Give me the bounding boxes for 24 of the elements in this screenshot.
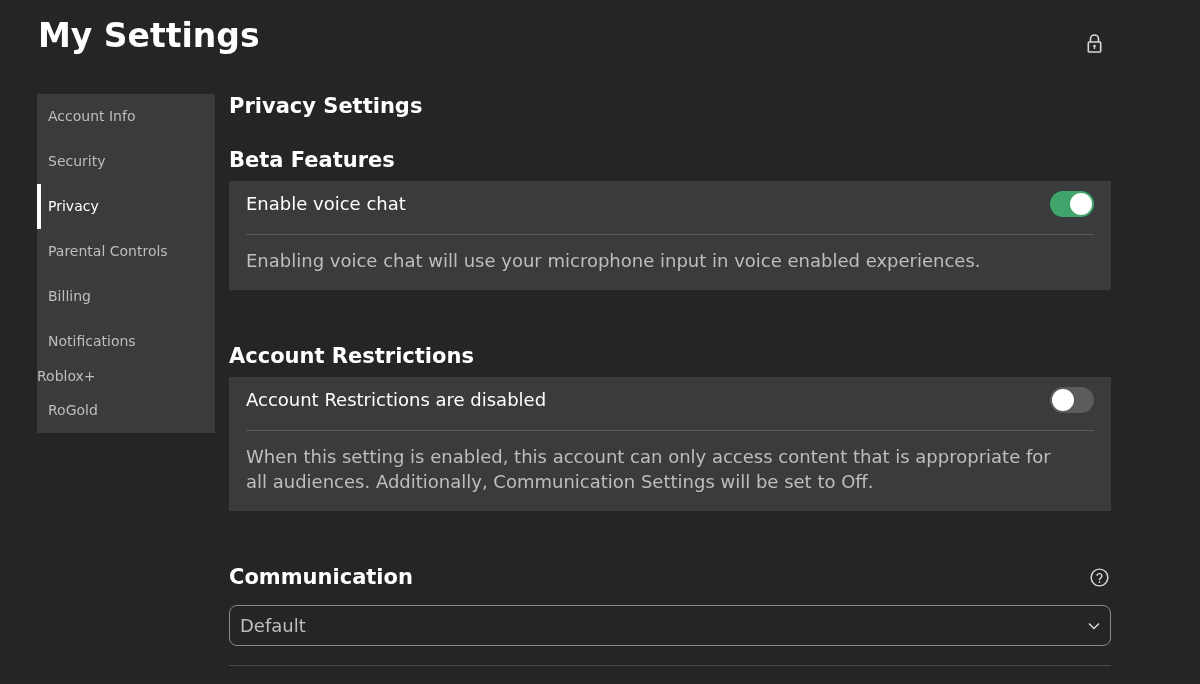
select-value: Default: [240, 614, 306, 638]
sidebar-item[interactable]: Account Info: [37, 94, 215, 139]
section-heading: Communication: [229, 565, 413, 589]
help-icon[interactable]: [1090, 567, 1109, 587]
chevron-down-icon: [1088, 621, 1100, 630]
page-heading: Privacy Settings: [229, 94, 424, 118]
setting-description: Enabling voice chat will use your microphone input in voice enabled experiences.: [246, 249, 982, 273]
sidebar-item[interactable]: Security: [37, 139, 215, 184]
sidebar-item[interactable]: Notifications: [37, 319, 215, 364]
dropdown-select[interactable]: Default: [229, 605, 1111, 646]
lock-icon: [1087, 34, 1102, 53]
sidebar-item[interactable]: Roblox+: [37, 364, 215, 388]
toggle-switch[interactable]: [1050, 386, 1094, 413]
setting-label: Enable voice chat: [246, 192, 406, 216]
sidebar-item[interactable]: Billing: [37, 274, 215, 319]
section-heading: Beta Features: [229, 148, 396, 172]
setting-description: When this setting is enabled, this account can only access content that is appropriate for all audiences. Additionally, Communication Settings will be set to Off.: [246, 445, 1052, 494]
sidebar-item[interactable]: Privacy: [37, 184, 215, 229]
sidebar-item[interactable]: Parental Controls: [37, 229, 215, 274]
setting-label: Account Restrictions are disabled: [246, 388, 547, 412]
sidebar-item[interactable]: RoGold: [37, 388, 215, 433]
toggle-switch[interactable]: [1050, 190, 1094, 217]
page-title: My Settings: [38, 15, 260, 57]
section-heading: Account Restrictions: [229, 344, 475, 368]
